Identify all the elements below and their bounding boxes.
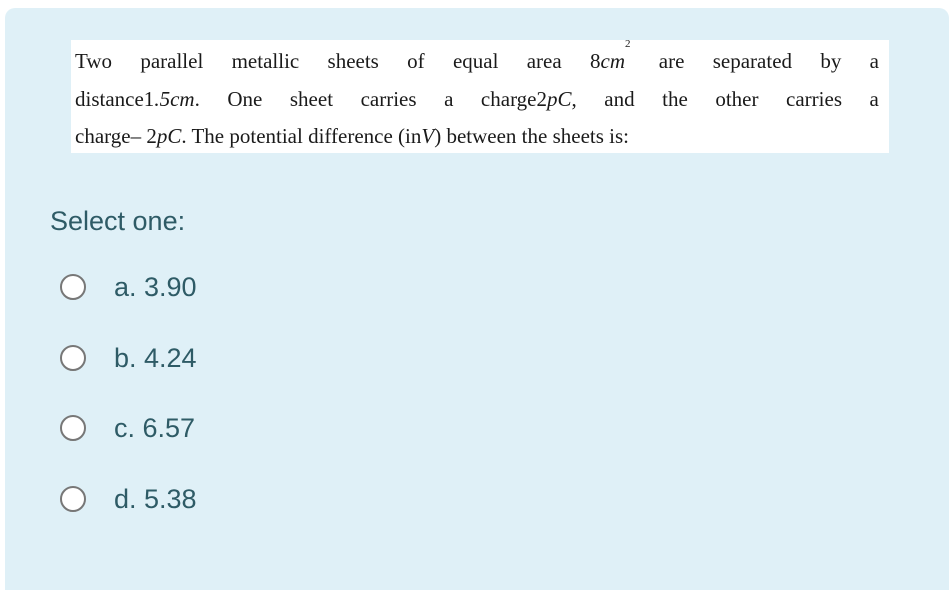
comma: ,	[571, 86, 577, 111]
question-text-end: ) between the sheets is:	[434, 124, 629, 148]
word: equal	[452, 49, 499, 73]
distance-prefix: distance1	[75, 86, 155, 111]
option-c[interactable]: c. 6.57	[60, 408, 195, 448]
volt-unit: V	[421, 124, 435, 148]
word: the	[662, 86, 688, 111]
question-text-mid: . The potential difference (in	[181, 124, 422, 148]
charge-prefix: charge– 2	[75, 124, 157, 148]
word: separated	[712, 49, 793, 73]
word: sheet	[289, 86, 334, 111]
word: and	[604, 86, 635, 111]
word: One	[227, 86, 263, 111]
word: carries	[360, 86, 417, 111]
word: sheets	[327, 49, 379, 73]
area-exponent: 2	[625, 38, 631, 50]
charge-unit: pC	[547, 86, 572, 111]
question-line-1: Two parallel metallic sheets of equal ar…	[75, 39, 879, 81]
select-one-label: Select one:	[50, 206, 186, 236]
option-label[interactable]: c. 6.57	[114, 413, 195, 444]
option-b[interactable]: b. 4.24	[60, 338, 197, 378]
distance-unit: .5cm	[154, 86, 195, 111]
word: by	[820, 49, 842, 73]
question-line-2: distance1.5cm. One sheet carries a charg…	[75, 81, 879, 119]
charge-unit: pC	[156, 124, 182, 148]
area-value: 8	[590, 49, 601, 73]
word: metallic	[231, 49, 300, 73]
radio-button-icon[interactable]	[60, 486, 86, 512]
radio-button-icon[interactable]	[60, 415, 86, 441]
word: of	[407, 49, 425, 73]
charge-expression: charge2pC,	[481, 81, 577, 119]
option-d[interactable]: d. 5.38	[60, 479, 197, 519]
option-a[interactable]: a. 3.90	[60, 267, 197, 307]
option-label[interactable]: a. 3.90	[114, 272, 197, 303]
word: Two	[75, 49, 113, 73]
word: a	[869, 86, 879, 111]
option-label[interactable]: d. 5.38	[114, 484, 197, 515]
question-text: Two parallel metallic sheets of equal ar…	[71, 39, 889, 156]
charge-prefix: charge2	[480, 86, 547, 111]
word: other	[715, 86, 759, 111]
question-line-3: charge– 2pC. The potential difference (i…	[75, 118, 879, 156]
area-expression: 8cm2	[590, 39, 631, 81]
word: a	[869, 49, 879, 73]
word: parallel	[140, 49, 204, 73]
word: are	[658, 49, 685, 73]
radio-button-icon[interactable]	[60, 274, 86, 300]
word: area	[526, 49, 562, 73]
distance-expression: distance1.5cm.	[75, 81, 200, 119]
word: a	[444, 86, 454, 111]
period: .	[194, 86, 200, 111]
word: carries	[786, 86, 842, 111]
option-label[interactable]: b. 4.24	[114, 343, 197, 374]
area-unit: cm	[600, 49, 626, 73]
radio-button-icon[interactable]	[60, 345, 86, 371]
